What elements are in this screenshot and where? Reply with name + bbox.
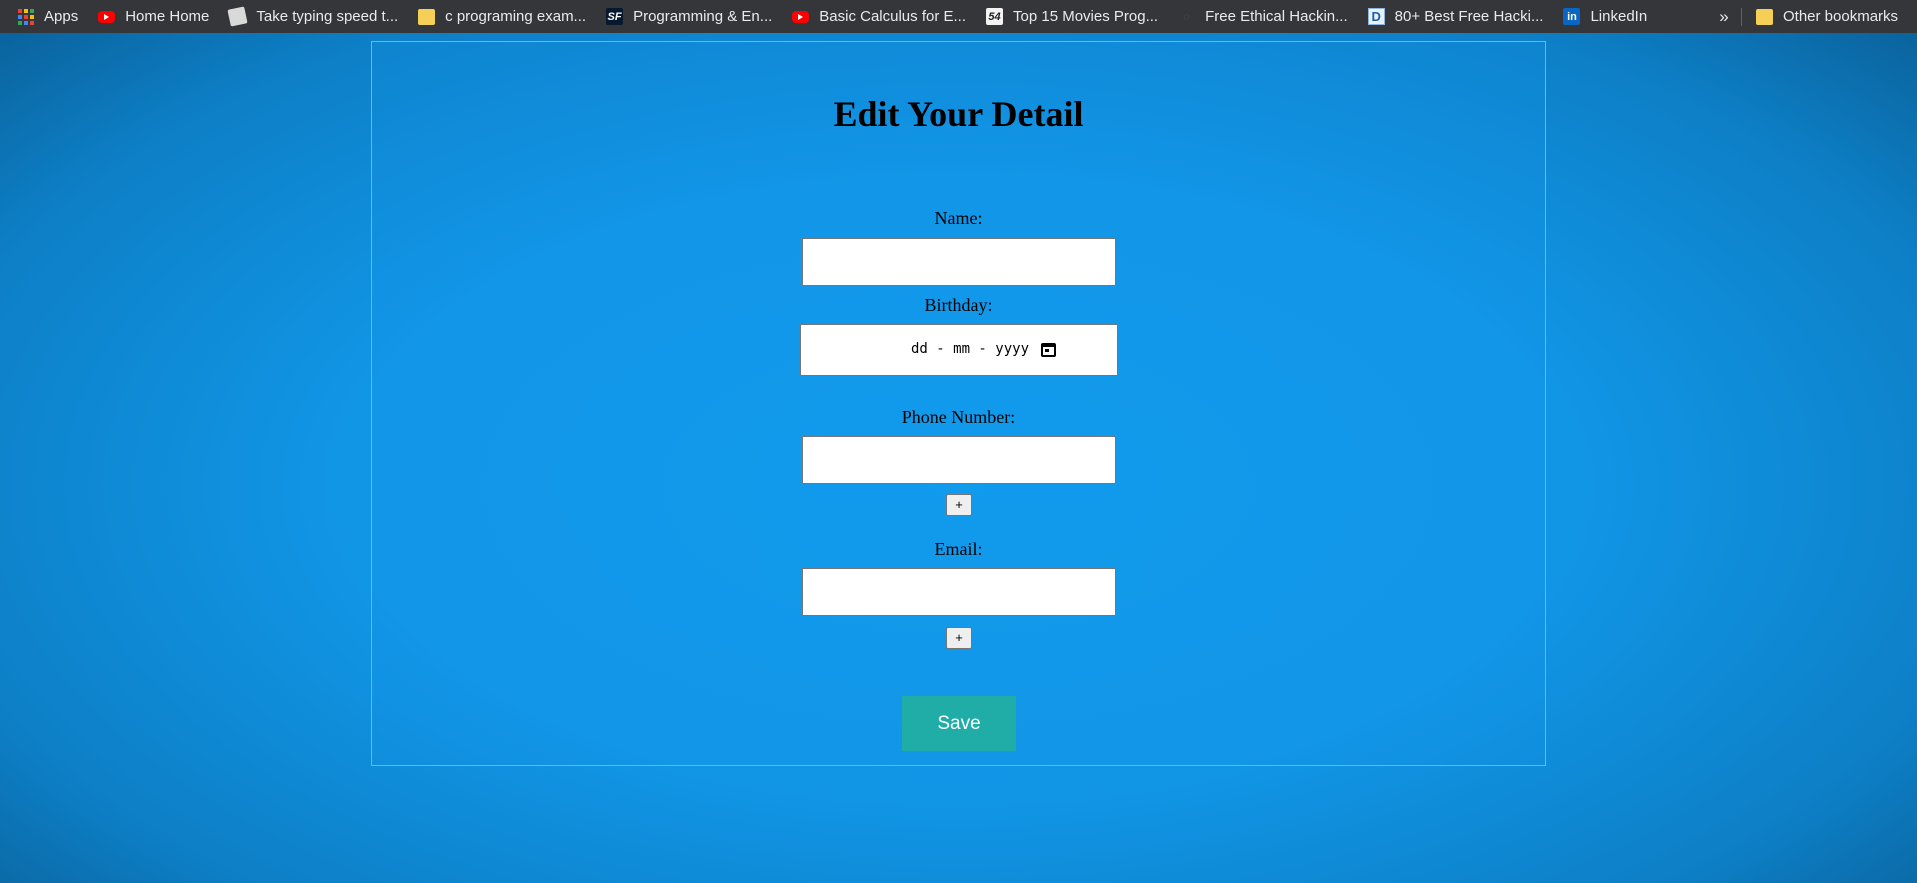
birthday-date-input[interactable]: dd - mm - yyyy (800, 324, 1118, 376)
bookmark-programming-en[interactable]: SF Programming & En... (606, 0, 772, 33)
bookmark-label: 80+ Best Free Hacki... (1394, 8, 1544, 25)
bookmark-label: Free Ethical Hackin... (1205, 8, 1348, 25)
bookmark-best-free-hacking[interactable]: D 80+ Best Free Hacki... (1367, 0, 1544, 33)
document-icon (227, 6, 248, 27)
bookmark-label: Basic Calculus for E... (819, 8, 966, 25)
youtube-icon (792, 10, 810, 23)
edit-detail-panel (371, 41, 1546, 766)
name-input[interactable] (802, 238, 1116, 286)
bookmark-label: Apps (44, 8, 79, 25)
other-bookmarks-label: Other bookmarks (1783, 8, 1899, 25)
other-bookmarks[interactable]: Other bookmarks (1756, 0, 1898, 33)
add-phone-button[interactable]: + (946, 494, 972, 516)
birthday-date-placeholder: dd - mm - yyyy (911, 341, 1030, 357)
bookmark-label: Top 15 Movies Prog... (1013, 8, 1159, 25)
bookmark-typing-speed[interactable]: Take typing speed t... (227, 0, 399, 33)
bookmarks-bar: Apps Home Home Take typing speed t... c … (0, 0, 1917, 33)
youtube-icon (98, 10, 116, 23)
more-bookmarks-chevron-icon[interactable]: » (1712, 0, 1736, 33)
apps-grid-icon (17, 8, 34, 25)
folder-icon (1756, 8, 1773, 25)
birthday-label: Birthday: (924, 295, 993, 315)
bookmark-label: c programing exam... (445, 8, 587, 25)
sf-logo-icon: SF (606, 8, 624, 25)
bookmarks-separator (1741, 8, 1742, 26)
bookmark-apps[interactable]: Apps (17, 0, 78, 33)
bookmark-label: Take typing speed t... (256, 8, 399, 25)
bookmark-free-ethical-hacking[interactable]: ◌ Free Ethical Hackin... (1178, 0, 1348, 33)
bookmark-label: LinkedIn (1590, 8, 1648, 25)
calendar-icon[interactable] (1041, 343, 1056, 357)
add-email-button[interactable]: + (946, 627, 972, 649)
folder-icon (418, 8, 436, 25)
bookmark-label: Programming & En... (633, 8, 773, 25)
bookmark-basic-calculus[interactable]: Basic Calculus for E... (792, 0, 966, 33)
linkedin-icon: in (1563, 8, 1581, 25)
page-title: Edit Your Detail (833, 94, 1084, 134)
phone-number-label: Phone Number: (901, 407, 1016, 427)
bookmark-c-programming[interactable]: c programing exam... (418, 0, 586, 33)
phone-number-input[interactable] (802, 436, 1116, 484)
email-input[interactable] (802, 568, 1116, 616)
site-icon: ◌ (1183, 10, 1190, 23)
d-logo-icon: D (1367, 8, 1385, 25)
save-button[interactable]: Save (902, 696, 1016, 751)
bookmark-linkedin[interactable]: in LinkedIn (1563, 0, 1647, 33)
email-label: Email: (934, 539, 983, 559)
bookmark-label: Home Home (125, 8, 210, 25)
54-logo-icon: 54 (986, 8, 1003, 25)
bookmark-top-15-movies[interactable]: 54 Top 15 Movies Prog... (986, 0, 1158, 33)
bookmark-home-home[interactable]: Home Home (98, 0, 209, 33)
name-label: Name: (934, 208, 983, 228)
